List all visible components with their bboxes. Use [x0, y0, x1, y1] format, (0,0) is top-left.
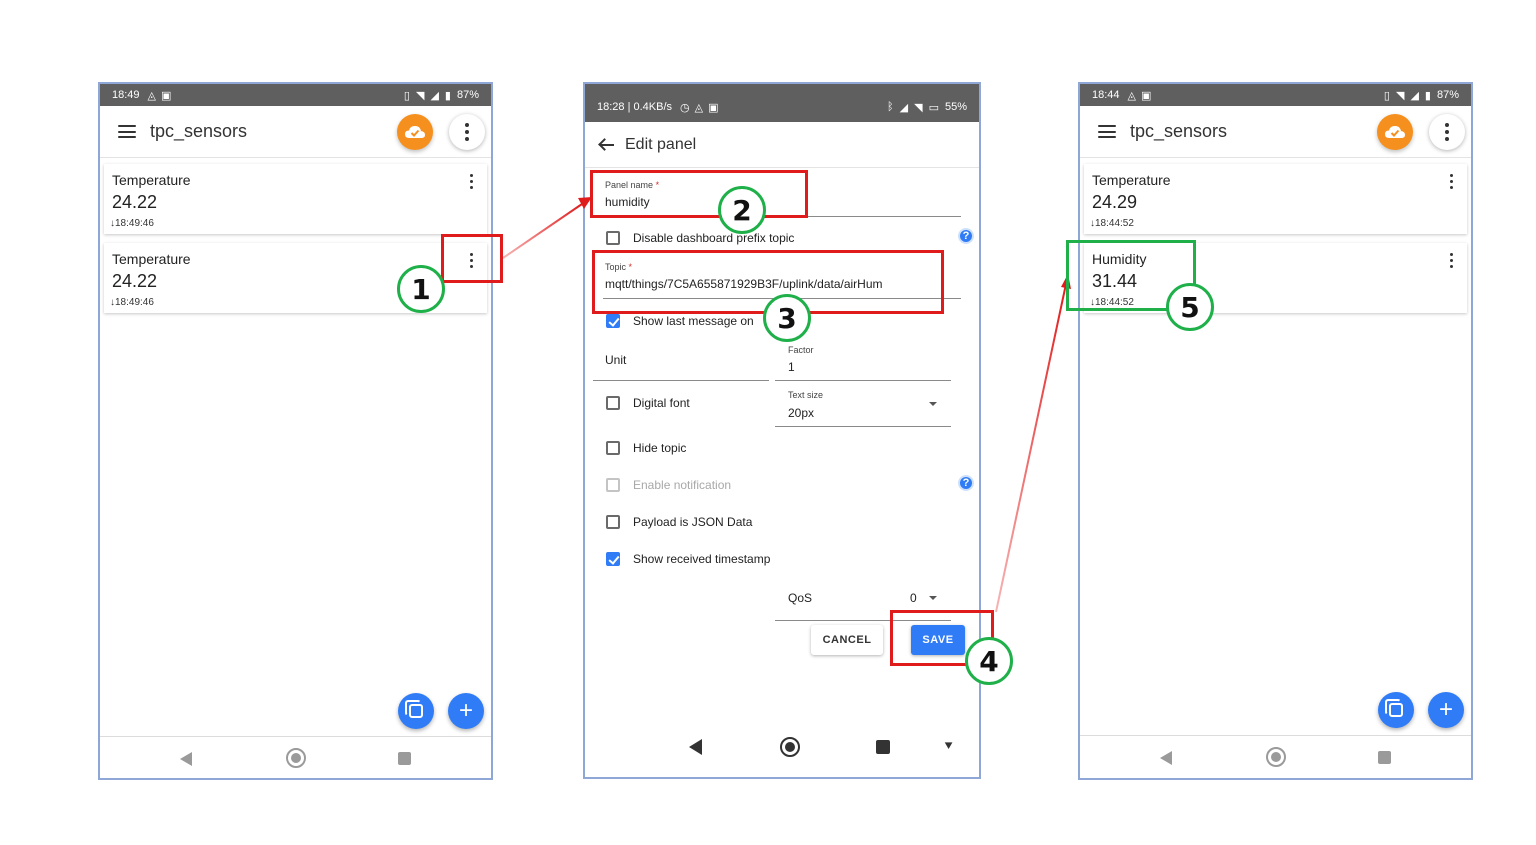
highlight-panel-name — [590, 170, 808, 218]
step-5-badge: 5 — [1166, 283, 1214, 331]
annotation-arrows — [502, 197, 1071, 613]
step-2-badge: 2 — [718, 186, 766, 234]
arrow-step4-to-step5 — [995, 283, 1067, 613]
step-3-badge: 3 — [763, 294, 811, 342]
highlight-panel-menu — [441, 234, 503, 283]
step-1-badge: 1 — [397, 265, 445, 313]
step-4-badge: 4 — [965, 637, 1013, 685]
arrow-step1-to-step2 — [502, 203, 583, 259]
